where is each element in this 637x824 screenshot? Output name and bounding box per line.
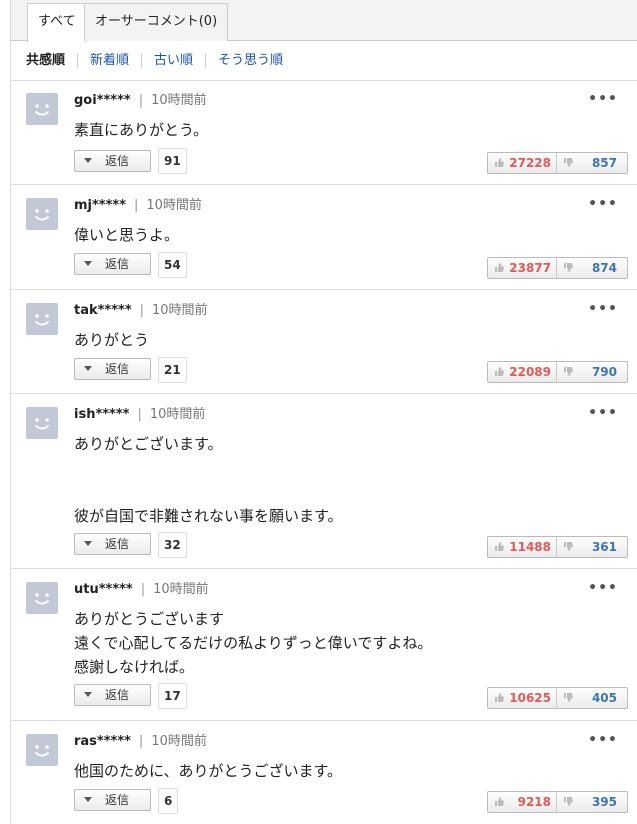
thumbs-down-icon [563,262,574,273]
thumbs-up-icon [494,262,505,273]
sort-agree[interactable]: そう思う順 [205,53,295,68]
thumbs-up-icon [494,796,505,807]
thumbs-down-icon [563,366,574,377]
caret-down-icon [84,692,92,697]
thumbs-up-icon [494,692,505,703]
comment-time: 10時間前 [146,198,202,213]
reply-count: 21 [158,357,187,383]
avatar [26,734,58,766]
avatar [26,303,58,335]
thumbs-down-icon [563,796,574,807]
avatar-face-icon [35,745,49,757]
reply-count: 54 [158,252,187,278]
comment-text: ありがとございます。 彼が自国で非難されない事を願います。 [74,435,343,525]
comment-text: ありがとうございます 遠くで心配してるだけの私よりずっと偉いですよね。 感謝しな… [74,610,433,676]
vote-buttons: 27228 857 [487,152,628,174]
thumbs-up-icon [494,157,505,168]
comment-time: 10時間前 [152,303,208,318]
tab-all[interactable]: すべて [27,3,87,42]
thumbs-down-icon [563,541,574,552]
reply-button[interactable]: 返信 [74,358,151,380]
avatar-face-icon [35,104,49,116]
avatar [26,407,58,439]
like-button[interactable]: 27228 [488,153,557,173]
comment-item: ras***** | 10時間前 ••• 他国のために、ありがとうございます。 返信… [11,722,637,824]
vote-buttons: 11488 361 [487,536,628,558]
dislike-button[interactable]: 790 [557,362,627,382]
comment-username[interactable]: utu***** [74,582,133,597]
thumbs-up-icon [494,541,505,552]
caret-down-icon [84,158,92,163]
reply-button[interactable]: 返信 [74,789,151,811]
more-options-icon[interactable]: ••• [588,196,618,212]
reply-button[interactable]: 返信 [74,253,151,275]
sort-oldest[interactable]: 古い順 [141,53,205,68]
comment-text: ありがとう [74,331,150,349]
comment-time: 10時間前 [149,407,206,422]
avatar [26,93,58,125]
comment-item: ish***** | 10時間前 ••• ありがとございます。 彼が自国で非難されな… [11,395,637,569]
avatar-face-icon [35,418,49,430]
comment-username[interactable]: ish***** [74,407,129,422]
reply-count: 32 [158,532,187,558]
avatar-face-icon [35,593,49,605]
caret-down-icon [84,541,92,546]
like-button[interactable]: 10625 [488,688,557,708]
thumbs-up-icon [494,366,505,377]
sort-empathy[interactable]: 共感順 [26,53,77,68]
sort-newest[interactable]: 新着順 [77,53,141,68]
sort-bar: 共感順 新着順 古い順 そう思う順 [11,41,637,81]
avatar [26,198,58,230]
comment-item: goi***** | 10時間前 ••• 素直にありがとう。 返信 91 27228… [11,81,637,185]
dislike-button[interactable]: 395 [557,792,627,812]
more-options-icon[interactable]: ••• [588,301,618,317]
caret-down-icon [84,261,92,266]
thumbs-down-icon [563,692,574,703]
reply-button[interactable]: 返信 [74,684,151,706]
tab-author-comments[interactable]: オーサーコメント(0) [84,3,229,41]
avatar-face-icon [35,314,49,326]
like-button[interactable]: 11488 [488,537,557,557]
comment-username[interactable]: mj***** [74,198,126,213]
avatar-face-icon [35,209,49,221]
comment-item: utu***** | 10時間前 ••• ありがとうございます 遠くで心配してるだけ… [11,570,637,721]
like-button[interactable]: 22089 [488,362,557,382]
reply-button[interactable]: 返信 [74,150,151,172]
reply-button[interactable]: 返信 [74,533,151,555]
vote-buttons: 10625 405 [487,687,628,709]
comment-time: 10時間前 [151,93,207,108]
comment-panel: すべて オーサーコメント(0) 共感順 新着順 古い順 そう思う順 goi***… [10,0,637,824]
more-options-icon[interactable]: ••• [588,580,618,596]
comment-time: 10時間前 [153,582,209,597]
comment-text: 偉いと思うよ。 [74,226,180,244]
more-options-icon[interactable]: ••• [588,732,618,748]
comment-username[interactable]: ras***** [74,734,131,749]
caret-down-icon [84,797,92,802]
dislike-button[interactable]: 405 [557,688,627,708]
like-button[interactable]: 9218 [488,792,557,812]
thumbs-down-icon [563,157,574,168]
vote-buttons: 9218 395 [487,791,628,813]
dislike-button[interactable]: 361 [557,537,627,557]
comment-username[interactable]: tak***** [74,303,132,318]
like-button[interactable]: 23877 [488,258,557,278]
more-options-icon[interactable]: ••• [588,91,618,107]
vote-buttons: 22089 790 [487,361,628,383]
comment-time: 10時間前 [151,734,207,749]
comment-text: 他国のために、ありがとうございます。 [74,762,343,780]
reply-count: 91 [158,148,187,174]
comment-item: mj***** | 10時間前 ••• 偉いと思うよ。 返信 54 23877 87… [11,186,637,290]
comment-username[interactable]: goi***** [74,93,131,108]
vote-buttons: 23877 874 [487,257,628,279]
more-options-icon[interactable]: ••• [588,405,618,421]
tab-bar: すべて オーサーコメント(0) [11,0,637,42]
comment-text: 素直にありがとう。 [74,121,209,139]
caret-down-icon [84,366,92,371]
dislike-button[interactable]: 857 [557,153,627,173]
reply-count: 6 [158,788,179,814]
avatar [26,582,58,614]
dislike-button[interactable]: 874 [557,258,627,278]
reply-count: 17 [158,683,187,709]
comment-item: tak***** | 10時間前 ••• ありがとう 返信 21 22089 790 [11,291,637,394]
